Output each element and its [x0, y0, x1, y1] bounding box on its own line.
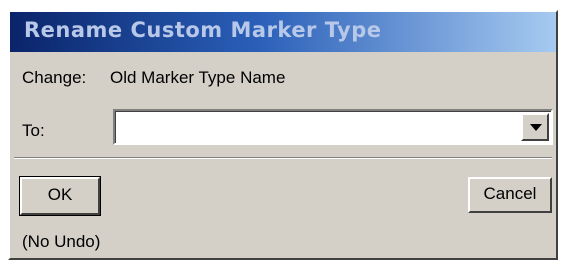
- no-undo-note: (No Undo): [22, 232, 101, 251]
- chevron-down-icon: [530, 124, 542, 131]
- new-name-combobox[interactable]: [113, 109, 553, 145]
- to-label: To:: [22, 121, 45, 140]
- title-bar[interactable]: Rename Custom Marker Type: [10, 12, 556, 52]
- dialog-title: Rename Custom Marker Type: [24, 18, 382, 42]
- divider: [14, 157, 552, 159]
- old-marker-name: Old Marker Type Name: [110, 68, 286, 87]
- rename-marker-dialog: Rename Custom Marker Type Change: Old Ma…: [8, 10, 558, 260]
- dropdown-button[interactable]: [521, 113, 549, 141]
- change-label: Change:: [22, 68, 87, 87]
- cancel-button[interactable]: Cancel: [468, 177, 552, 213]
- ok-button[interactable]: OK: [19, 176, 101, 216]
